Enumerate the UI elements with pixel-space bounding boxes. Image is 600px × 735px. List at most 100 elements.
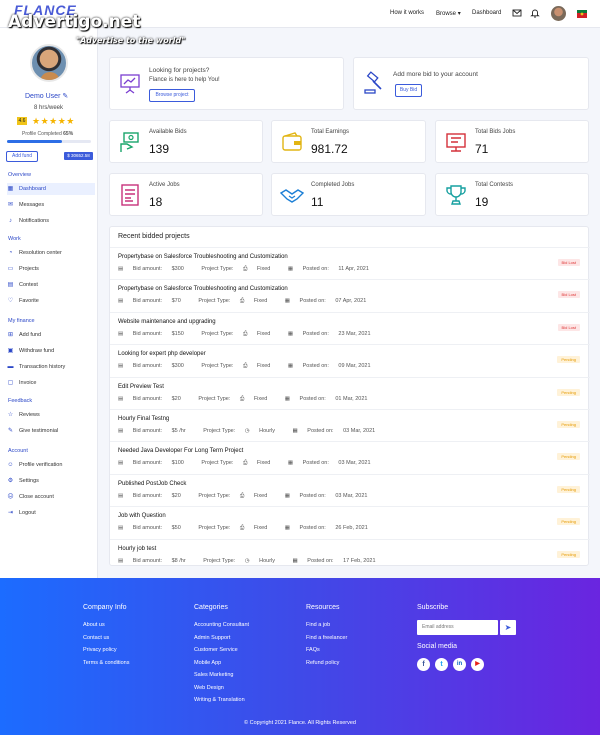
sidebar-item-settings[interactable]: ⚙ Settings: [7, 475, 95, 487]
bid-row[interactable]: Edit Preview Test ▤ Bid amount: $20 Proj…: [110, 376, 590, 409]
bid-project-title[interactable]: Published PostJob Check: [118, 481, 186, 487]
footer-link[interactable]: Privacy policy: [83, 647, 117, 653]
calendar-icon: ▦: [284, 395, 290, 402]
bid-project-title[interactable]: Edit Preview Test: [118, 384, 164, 390]
project-type-label: Project Type:: [198, 298, 231, 305]
youtube-icon[interactable]: ▶: [471, 658, 484, 671]
footer-link[interactable]: Contact us: [83, 635, 109, 641]
footer-link[interactable]: Customer Service: [194, 647, 238, 653]
bid-row[interactable]: Propertybase on Salesforce Troubleshooti…: [110, 279, 590, 311]
sidebar-item-messages[interactable]: ✉ Messages: [7, 199, 95, 211]
bid-project-title[interactable]: Hourly job test: [118, 546, 156, 552]
nav-dashboard[interactable]: Dashboard: [472, 10, 501, 16]
bid-amount-value: $20: [171, 492, 181, 499]
bid-project-title[interactable]: Propertybase on Salesforce Troubleshooti…: [118, 254, 288, 260]
project-type-label: Project Type:: [201, 266, 234, 272]
mail-icon[interactable]: [512, 8, 522, 18]
twitter-icon[interactable]: t: [435, 658, 448, 671]
footer-link[interactable]: About us: [83, 622, 105, 628]
facebook-icon[interactable]: f: [417, 658, 430, 671]
sidebar-item-dashboard[interactable]: ▦ Dashboard: [7, 183, 95, 195]
footer-link[interactable]: Refund policy: [306, 660, 339, 666]
footer-link[interactable]: Sales Marketing: [194, 672, 233, 678]
bid-project-title[interactable]: Looking for expert php developer: [118, 351, 206, 357]
project-type-value: Hourly: [259, 428, 276, 434]
promo-subtitle: Flance is here to help You!: [149, 77, 220, 83]
bid-row[interactable]: Needed Java Developer For Long Term Proj…: [110, 441, 590, 473]
sidebar-item-give-testimonial[interactable]: ✎ Give testimonial: [7, 425, 95, 437]
bid-row[interactable]: Propertybase on Salesforce Troubleshooti…: [110, 247, 590, 279]
sidebar-section-title: My finance: [8, 318, 35, 324]
gear-icon: ⚙: [7, 478, 14, 484]
footer-link[interactable]: Mobile App: [194, 660, 221, 666]
sidebar-item-transaction-history[interactable]: ▬ Transaction history: [7, 361, 95, 373]
footer-link[interactable]: Terms & conditions: [83, 660, 129, 666]
footer-link[interactable]: Find a freelancer: [306, 635, 347, 641]
footer-link[interactable]: Find a job: [306, 622, 330, 628]
sidebar-item-notifications[interactable]: ♪ Notifications: [7, 215, 95, 227]
sidebar-item-logout[interactable]: ⇥ Logout: [7, 507, 95, 519]
bid-row[interactable]: Looking for expert php developer ▤ Bid a…: [110, 344, 590, 376]
email-input[interactable]: Email address: [417, 620, 498, 635]
user-avatar[interactable]: [551, 6, 566, 21]
sidebar-item-contest[interactable]: ▤ Contest: [7, 279, 95, 291]
footer-link[interactable]: Admin Support: [194, 635, 230, 641]
bid-amount-label: Bid amount:: [132, 460, 163, 467]
bid-project-title[interactable]: Job with Question: [118, 513, 166, 519]
buy-bid-button[interactable]: Buy Bid: [395, 84, 422, 97]
nav-browse[interactable]: Browse ▾: [436, 10, 461, 17]
project-type-value: Fixed: [256, 266, 271, 272]
sidebar-item-close-account[interactable]: ☹ Close account: [7, 491, 95, 503]
lock-icon: ⎙: [242, 330, 248, 337]
edit-icon: ✎: [7, 428, 14, 434]
bid-row[interactable]: Job with Question ▤ Bid amount: $50 Proj…: [110, 506, 590, 538]
bid-row[interactable]: Hourly Final Testng ▤ Bid amount: $5 /hr…: [110, 409, 590, 441]
add-fund-button[interactable]: Add fund: [6, 151, 38, 162]
balance-badge: $ 30652.58: [64, 152, 93, 160]
sidebar-item-projects[interactable]: ▭ Projects: [7, 263, 95, 275]
calendar-icon: ▦: [284, 525, 290, 532]
rating-stars-icon: ★★★★★: [32, 116, 75, 126]
nav-how-it-works[interactable]: How it works: [390, 10, 424, 16]
bid-amount-value: $20: [171, 395, 181, 402]
edit-icon[interactable]: ✎: [62, 93, 68, 100]
clock-icon: ◷: [244, 557, 250, 564]
stat-value: 139: [149, 142, 170, 156]
stat-value: 18: [149, 195, 163, 209]
lock-icon: ⎙: [242, 363, 248, 370]
money-icon: ▤: [118, 492, 124, 499]
browse-project-button[interactable]: Browse project: [149, 89, 195, 102]
bell-icon[interactable]: [530, 8, 540, 18]
sidebar-item-invoice[interactable]: ▢ Invoice: [7, 377, 95, 389]
footer-link[interactable]: Writing & Translation: [194, 697, 245, 703]
sidebar-item-reviews[interactable]: ☆ Reviews: [7, 409, 95, 421]
sidebar-item-profile-verification[interactable]: ☺ Profile verification: [7, 459, 95, 471]
sidebar-item-favorite[interactable]: ♡ Favorite: [7, 295, 95, 307]
linkedin-icon[interactable]: in: [453, 658, 466, 671]
footer-link[interactable]: Web Design: [194, 685, 224, 691]
bid-project-title[interactable]: Hourly Final Testng: [118, 416, 169, 422]
user-x-icon: ☹: [7, 494, 14, 500]
sidebar-item-withdraw-fund[interactable]: ▣ Withdraw fund: [7, 345, 95, 357]
bid-meta: ▤ Bid amount: $70 Project Type: ⎙ Fixed …: [118, 298, 382, 305]
project-type-label: Project Type:: [198, 525, 231, 532]
sidebar-item-resolution-center[interactable]: ◔ Resolution center: [7, 247, 95, 259]
bid-row[interactable]: Website maintenance and upgrading ▤ Bid …: [110, 311, 590, 344]
bid-row[interactable]: Hourly job test ▤ Bid amount: $8 /hr Pro…: [110, 538, 590, 571]
flag-icon[interactable]: [577, 10, 587, 18]
project-type-label: Project Type:: [201, 363, 234, 370]
send-icon[interactable]: ➤: [500, 620, 516, 635]
profile-completed: Profile Completed 65%: [22, 131, 73, 137]
bid-project-title[interactable]: Website maintenance and upgrading: [118, 319, 216, 325]
posted-value: 03 Mar, 2021: [338, 460, 371, 467]
bid-row[interactable]: Published PostJob Check ▤ Bid amount: $2…: [110, 473, 590, 506]
footer-link[interactable]: Accounting Consultant: [194, 622, 249, 628]
bid-project-title[interactable]: Needed Java Developer For Long Term Proj…: [118, 448, 243, 454]
card-icon: ▬: [7, 364, 14, 370]
bid-project-title[interactable]: Propertybase on Salesforce Troubleshooti…: [118, 286, 288, 292]
sidebar-item-add-fund[interactable]: ⊞ Add fund: [7, 329, 95, 341]
project-type: Project Type: ⎙ Fixed: [201, 331, 278, 337]
posted-on: ▦ Posted on: 01 Mar, 2021: [285, 396, 376, 402]
footer-link[interactable]: FAQs: [306, 647, 320, 653]
sidebar-item-label: Messages: [19, 202, 45, 208]
